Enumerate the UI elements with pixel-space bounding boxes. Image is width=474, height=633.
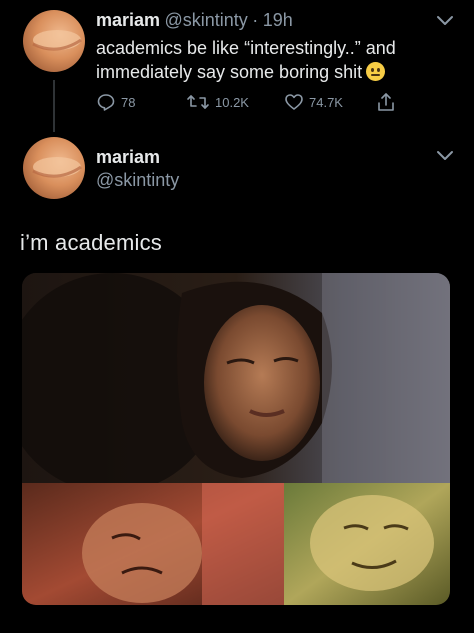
tweet-text: academics be like “interestingly..” and … [96, 36, 426, 84]
chevron-down-icon[interactable] [436, 150, 454, 162]
retweet-icon [187, 95, 209, 109]
reply-count: 78 [121, 94, 136, 110]
avatar[interactable] [23, 137, 85, 199]
heart-icon [285, 94, 303, 110]
display-name[interactable]: mariam [96, 10, 160, 30]
username[interactable]: @skintinty [96, 170, 179, 191]
like-button[interactable]: 74.7K [284, 92, 343, 112]
tweet-header: mariam @skintinty · 19h [96, 10, 293, 31]
display-name[interactable]: mariam [96, 147, 160, 168]
reply-icon [97, 94, 115, 111]
tweet-text-content: academics be like “interestingly..” and … [96, 38, 396, 82]
meme-image [22, 273, 450, 605]
username[interactable]: @skintinty [165, 10, 248, 30]
timestamp[interactable]: 19h [263, 10, 293, 30]
like-count: 74.7K [309, 94, 343, 110]
tweet-image[interactable] [22, 273, 450, 605]
share-icon [378, 93, 394, 111]
chevron-down-icon[interactable] [436, 15, 454, 27]
retweet-button[interactable]: 10.2K [186, 92, 249, 112]
neutral-face-emoji [366, 62, 386, 81]
avatar[interactable] [23, 10, 85, 72]
thread-line [53, 80, 55, 132]
share-button[interactable] [376, 91, 396, 113]
retweet-count: 10.2K [215, 94, 249, 110]
reply-button[interactable]: 78 [96, 92, 135, 112]
separator: · [252, 10, 259, 30]
tweet-text: i’m academics [20, 230, 162, 255]
